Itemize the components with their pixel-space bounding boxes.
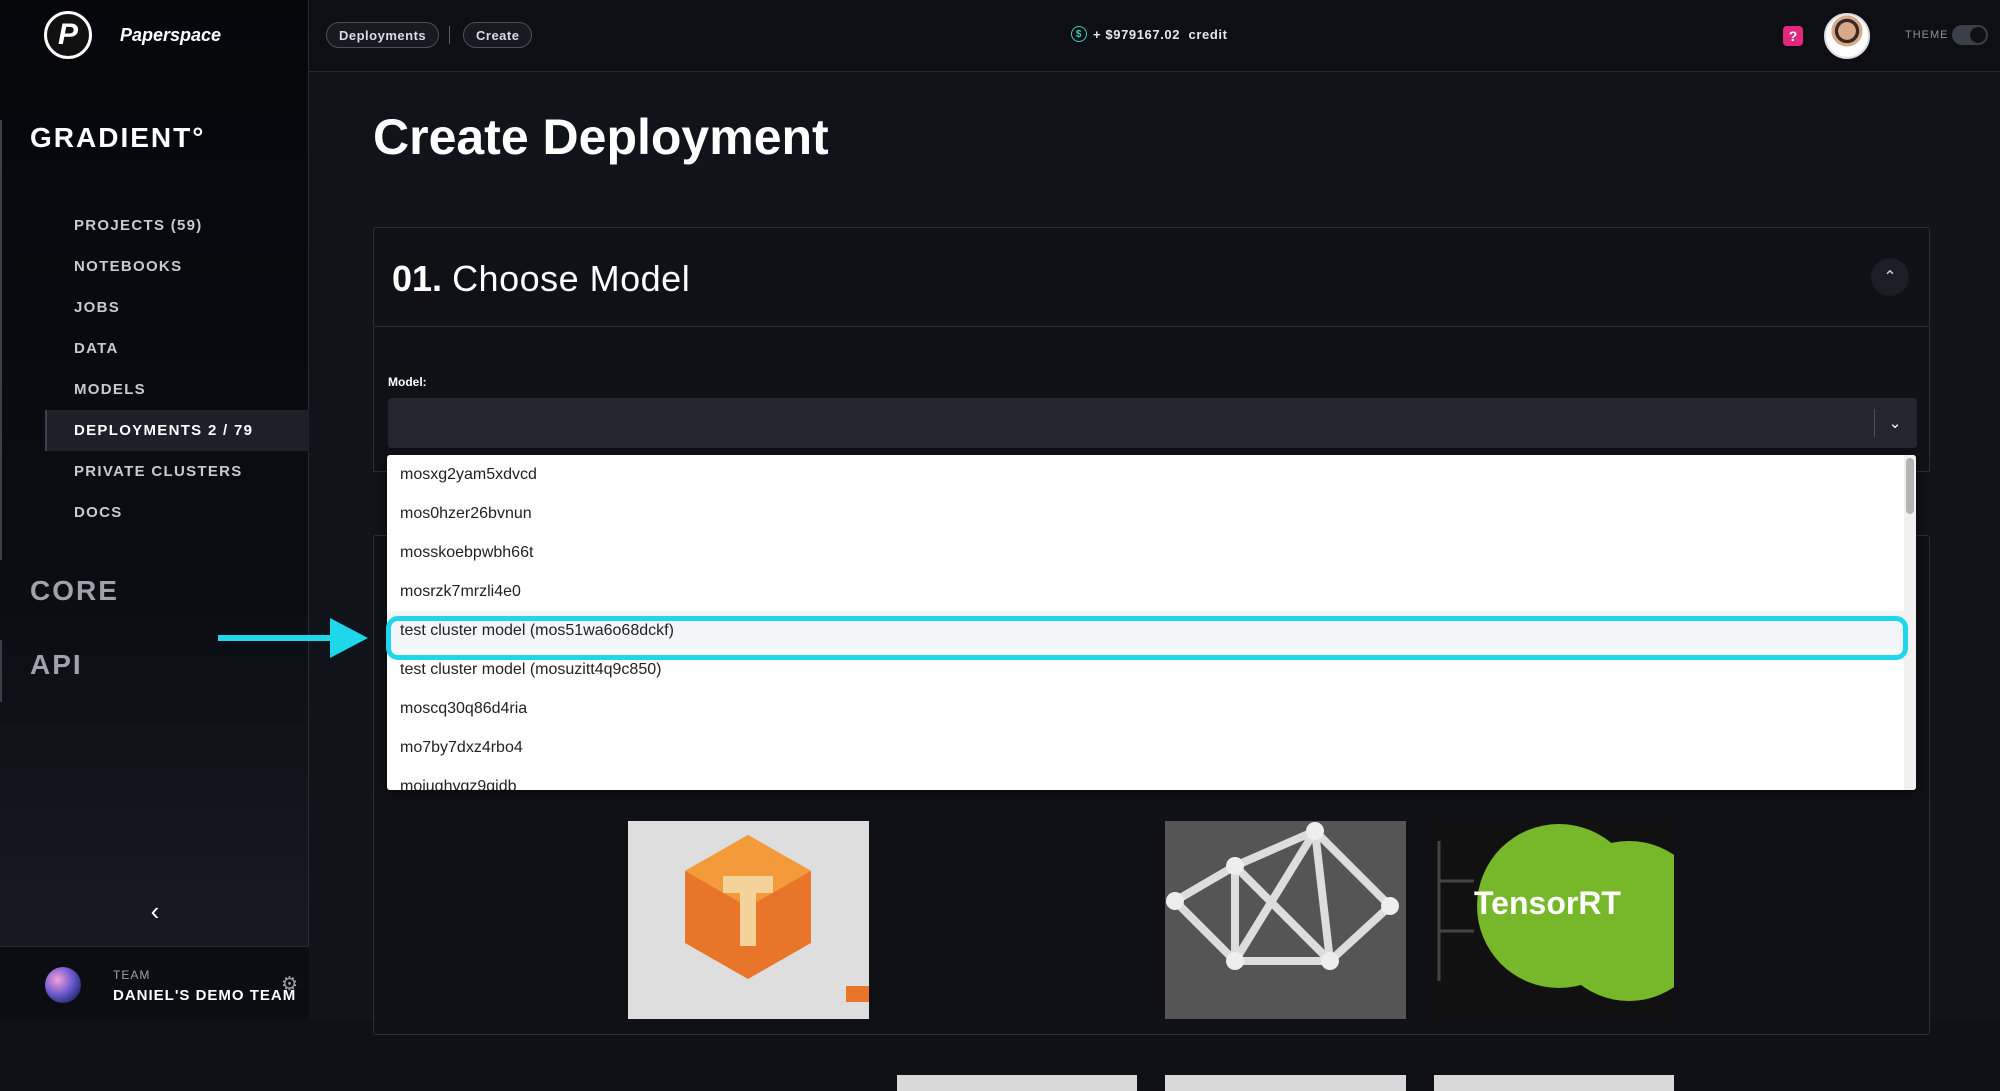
highlight-box xyxy=(386,616,1908,660)
theme-toggle[interactable] xyxy=(1952,25,1988,45)
choose-model-card-header[interactable]: 01. Choose Model ⌃ xyxy=(373,227,1930,327)
pointer-arrow-head-icon xyxy=(330,618,368,658)
framework-tile[interactable] xyxy=(897,1075,1137,1091)
model-option[interactable]: moiughygz9gidb xyxy=(387,767,1916,791)
credit-label: credit xyxy=(1188,26,1228,42)
dollar-icon: $ xyxy=(1071,26,1087,42)
breadcrumb-create[interactable]: Create xyxy=(463,22,533,48)
section-divider xyxy=(0,120,2,560)
model-label: Model: xyxy=(388,375,427,389)
sidebar-item-deployments[interactable]: DEPLOYMENTS 2 / 79 xyxy=(45,410,309,451)
page-title: Create Deployment xyxy=(373,109,829,165)
credit-amount: + $979167.02 xyxy=(1093,26,1181,42)
brand-logo[interactable]: P Paperspace xyxy=(44,10,221,60)
tensorrt-label: TensorRT xyxy=(1474,885,1621,921)
model-option[interactable]: mo7by7dxz4rbo4 xyxy=(387,728,1916,767)
step-title: 01. Choose Model xyxy=(392,258,690,300)
team-switcher[interactable]: TEAM DANIEL'S DEMO TEAM ⚙ xyxy=(0,946,309,1019)
sidebar-item-private-clusters[interactable]: PRIVATE CLUSTERS xyxy=(45,451,309,492)
sidebar-item-models[interactable]: MODELS xyxy=(45,369,309,410)
sidebar-item-jobs[interactable]: JOBS xyxy=(45,287,309,328)
onnx-logo-icon xyxy=(1165,821,1406,1019)
sidebar-item-notebooks[interactable]: NOTEBOOKS xyxy=(45,246,309,287)
breadcrumb-deployments[interactable]: Deployments xyxy=(326,22,440,48)
team-avatar xyxy=(45,967,81,1003)
team-label: TEAM xyxy=(113,968,151,982)
credit-balance: $ + $979167.02 credit xyxy=(1071,26,1228,42)
top-bar: Deployments Create $ + $979167.02 credit… xyxy=(309,0,2000,72)
chevron-up-icon[interactable]: ⌃ xyxy=(1871,258,1909,296)
sidebar-nav: PROJECTS (59) NOTEBOOKS JOBS DATA MODELS… xyxy=(45,205,309,533)
collapse-sidebar-icon[interactable]: ‹ xyxy=(140,896,170,926)
breadcrumb-separator xyxy=(449,26,450,44)
sidebar-item-docs[interactable]: DOCS xyxy=(45,492,309,533)
core-section-title[interactable]: CORE xyxy=(30,575,119,607)
framework-tile[interactable] xyxy=(1434,1075,1674,1091)
sidebar: P Paperspace GRADIENT° PROJECTS (59) NOT… xyxy=(0,0,309,1019)
section-divider xyxy=(0,640,2,702)
framework-tile[interactable] xyxy=(1165,1075,1406,1091)
model-option[interactable]: moscq30q86d4ria xyxy=(387,689,1916,728)
step-number: 01. xyxy=(392,258,443,299)
gradient-section-title[interactable]: GRADIENT° xyxy=(30,122,205,154)
tensorrt-tile[interactable]: TensorRT xyxy=(1434,821,1674,1019)
model-select[interactable]: ⌄ xyxy=(388,398,1917,448)
model-option[interactable]: mosrzk7mrzli4e0 xyxy=(387,572,1916,611)
model-option[interactable]: mosskoebpwbh66t xyxy=(387,533,1916,572)
api-section-title[interactable]: API xyxy=(30,649,83,681)
pointer-arrow-icon xyxy=(218,635,334,641)
step-name: Choose Model xyxy=(452,258,691,299)
sidebar-item-data[interactable]: DATA xyxy=(45,328,309,369)
select-divider xyxy=(1874,409,1875,437)
sidebar-item-projects[interactable]: PROJECTS (59) xyxy=(45,205,309,246)
tensorflow-logo-icon xyxy=(685,835,869,1002)
tensorflow-tile[interactable] xyxy=(628,821,869,1019)
help-icon[interactable]: ? xyxy=(1783,26,1803,46)
scrollbar-thumb[interactable] xyxy=(1906,458,1914,514)
theme-label: THEME xyxy=(1905,29,1949,41)
model-option[interactable]: mosxg2yam5xdvcd xyxy=(387,455,1916,494)
user-avatar[interactable] xyxy=(1824,13,1870,59)
model-option[interactable]: mos0hzer26bvnun xyxy=(387,494,1916,533)
brand-name: Paperspace xyxy=(120,24,222,45)
gear-icon[interactable]: ⚙ xyxy=(281,973,298,996)
chevron-down-icon[interactable]: ⌄ xyxy=(1883,409,1907,437)
onnx-tile[interactable] xyxy=(1165,821,1406,1019)
choose-model-card-body: Model: ⌄ xyxy=(373,327,1930,472)
team-name: DANIEL'S DEMO TEAM xyxy=(113,987,297,1004)
paperspace-logo-icon: P xyxy=(44,11,92,59)
